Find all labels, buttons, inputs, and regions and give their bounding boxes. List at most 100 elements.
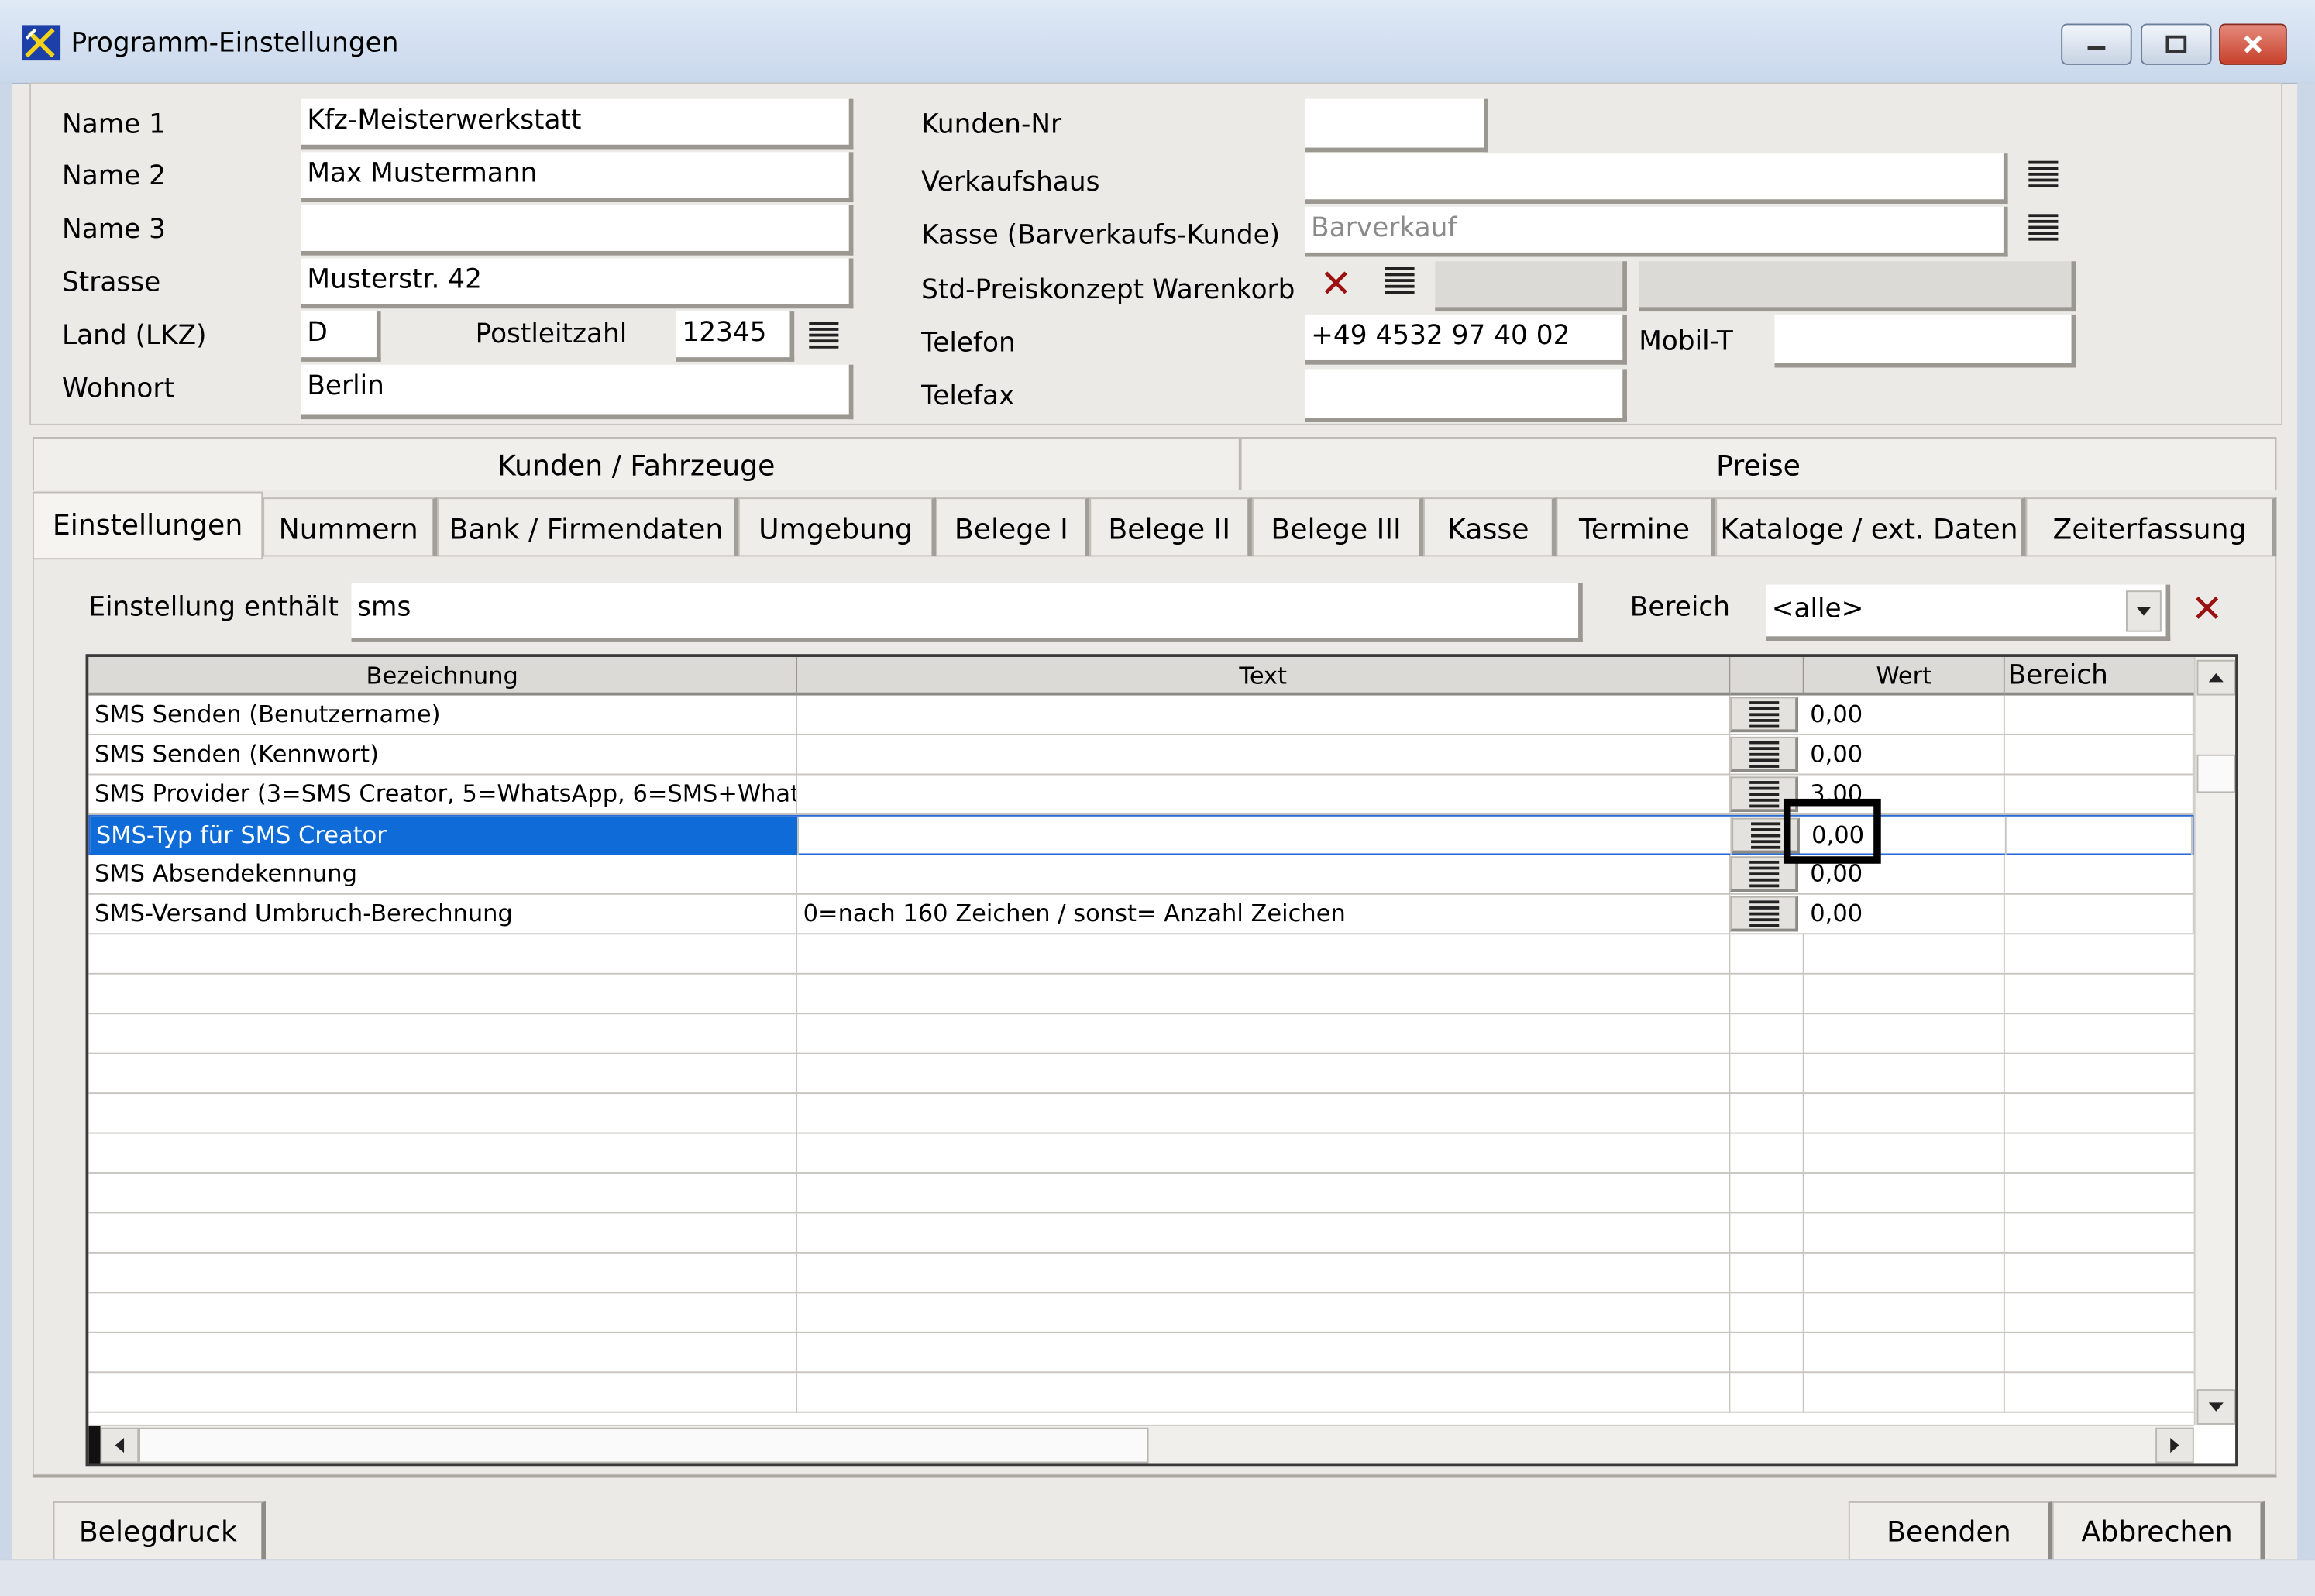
column-separator	[796, 1133, 798, 1174]
row-list-button[interactable]	[1730, 736, 1799, 772]
scroll-left-button[interactable]	[100, 1427, 139, 1464]
column-separator	[2003, 1054, 2005, 1095]
column-separator	[2003, 1373, 2005, 1413]
name2-field[interactable]: Max Mustermann	[301, 152, 854, 203]
horizontal-scrollbar[interactable]	[88, 1424, 2194, 1464]
scroll-thumb-horizontal[interactable]	[139, 1427, 1149, 1464]
column-separator	[1729, 1253, 1731, 1294]
cell-bereich[interactable]	[2005, 855, 2194, 893]
table-row[interactable]: SMS Senden (Benutzername) 0,00	[88, 695, 2194, 735]
beenden-button[interactable]: Beenden	[1848, 1501, 2052, 1564]
mobil-field[interactable]	[1774, 314, 2076, 368]
arrow-left-icon	[115, 1438, 125, 1453]
verkaufshaus-list-icon[interactable]	[2028, 160, 2059, 188]
vertical-scrollbar[interactable]	[2193, 656, 2236, 1425]
settings-grid: Bezeichnung Text Wert Bereich SMS Senden…	[85, 654, 2238, 1467]
verkaufshaus-field[interactable]	[1305, 153, 2008, 204]
abbrechen-button[interactable]: Abbrechen	[2052, 1501, 2265, 1564]
column-separator	[1802, 1014, 1804, 1054]
clear-filter-icon[interactable]: ✕	[2191, 590, 2224, 629]
close-button[interactable]	[2219, 23, 2287, 65]
kasse-field[interactable]: Barverkauf	[1305, 206, 2008, 257]
tab-belege-3[interactable]: Belege III	[1251, 497, 1423, 557]
cell-text[interactable]	[797, 855, 1731, 893]
column-header-bezeichnung[interactable]: Bezeichnung	[88, 656, 798, 696]
land-label: Land (LKZ)	[62, 320, 207, 352]
column-separator	[796, 1094, 798, 1134]
cell-bezeichnung[interactable]: SMS Provider (3=SMS Creator, 5=WhatsApp,…	[88, 775, 798, 813]
telefon-field[interactable]: +49 4532 97 40 02	[1305, 314, 1627, 365]
empty-row	[88, 1014, 2194, 1054]
cell-bereich[interactable]	[2005, 695, 2194, 734]
tab-belege-1[interactable]: Belege I	[936, 497, 1090, 557]
cell-text[interactable]: 0=nach 160 Zeichen / sonst= Anzahl Zeich…	[797, 894, 1731, 934]
tab-kasse[interactable]: Kasse	[1422, 497, 1557, 557]
preiskonzept-list-icon[interactable]	[1385, 267, 1415, 294]
tab-belege-2[interactable]: Belege II	[1089, 497, 1252, 557]
telefax-field[interactable]	[1305, 369, 1627, 423]
belegdruck-button[interactable]: Belegdruck	[53, 1501, 267, 1564]
column-separator	[1729, 1293, 1731, 1333]
cell-text[interactable]	[797, 734, 1731, 774]
plz-list-icon[interactable]	[809, 322, 839, 349]
wohnort-field[interactable]: Berlin	[301, 364, 854, 420]
table-row[interactable]: SMS-Versand Umbruch-Berechnung 0=nach 16…	[88, 894, 2194, 935]
kunden-nr-field[interactable]	[1305, 98, 1488, 153]
tab-einstellungen[interactable]: Einstellungen	[32, 491, 263, 560]
plz-field[interactable]: 12345	[676, 311, 795, 362]
tab-nummern[interactable]: Nummern	[263, 497, 438, 557]
column-header-text[interactable]: Text	[797, 656, 1731, 696]
cell-wert[interactable]: 0,00	[1804, 734, 2005, 774]
telefax-label: Telefax	[921, 380, 1015, 412]
cell-text[interactable]	[797, 695, 1731, 734]
scroll-thumb[interactable]	[2196, 754, 2236, 793]
list-icon	[1749, 780, 1779, 807]
column-separator	[796, 974, 798, 1015]
cell-bezeichnung[interactable]: SMS-Typ für SMS Creator	[90, 816, 799, 855]
tab-umgebung[interactable]: Umgebung	[738, 497, 937, 557]
strasse-field[interactable]: Musterstr. 42	[301, 258, 854, 309]
column-separator	[2003, 1253, 2005, 1294]
cell-bezeichnung[interactable]: SMS Absendekennung	[88, 855, 798, 893]
tab-bank-firmendaten[interactable]: Bank / Firmendaten	[437, 497, 738, 557]
land-field[interactable]: D	[301, 311, 381, 362]
preiskonzept-label: Std-Preiskonzept Warenkorb	[921, 274, 1295, 306]
table-row[interactable]: SMS Senden (Kennwort) 0,00	[88, 734, 2194, 776]
bereich-label: Bereich	[1629, 592, 1731, 624]
scroll-up-button[interactable]	[2196, 659, 2236, 696]
cell-wert[interactable]: 0,00	[1804, 695, 2005, 734]
bereich-select[interactable]: <alle>	[1766, 584, 2171, 641]
tab-termine[interactable]: Termine	[1556, 497, 1716, 557]
filter-input[interactable]: sms	[351, 583, 1583, 642]
column-header-bereich[interactable]: Bereich	[2004, 656, 2197, 696]
row-list-button[interactable]	[1730, 697, 1799, 733]
cell-bereich[interactable]	[2005, 894, 2194, 934]
tab-kataloge[interactable]: Kataloge / ext. Daten	[1715, 497, 2026, 557]
clear-preiskonzept-icon[interactable]: ✕	[1320, 266, 1353, 304]
cell-bezeichnung[interactable]: SMS Senden (Kennwort)	[88, 734, 798, 774]
column-header-wert[interactable]: Wert	[1804, 656, 2005, 696]
column-separator	[2003, 974, 2005, 1015]
cell-bereich[interactable]	[2005, 734, 2194, 774]
tab-kunden-fahrzeuge[interactable]: Kunden / Fahrzeuge	[32, 437, 1240, 490]
cell-bezeichnung[interactable]: SMS-Versand Umbruch-Berechnung	[88, 894, 798, 934]
maximize-button[interactable]	[2141, 23, 2212, 65]
cell-text[interactable]	[799, 816, 1732, 855]
cell-wert[interactable]: 0,00	[1804, 894, 2005, 934]
scroll-right-button[interactable]	[2155, 1427, 2194, 1464]
minimize-button[interactable]	[2061, 23, 2132, 65]
scroll-down-button[interactable]	[2196, 1389, 2236, 1425]
cell-bezeichnung[interactable]: SMS Senden (Benutzername)	[88, 695, 798, 734]
name1-field[interactable]: Kfz-Meisterwerkstatt	[301, 98, 854, 150]
app-icon	[21, 23, 62, 62]
kasse-list-icon[interactable]	[2028, 214, 2059, 241]
tab-zeiterfassung[interactable]: Zeiterfassung	[2025, 497, 2277, 557]
row-list-button[interactable]	[1730, 896, 1799, 932]
cell-bereich[interactable]	[2005, 775, 2194, 813]
cell-bereich[interactable]	[2007, 816, 2193, 855]
bereich-dropdown-button[interactable]	[2126, 590, 2162, 632]
name3-field[interactable]	[301, 205, 854, 256]
cell-text[interactable]	[797, 775, 1731, 813]
tab-preise[interactable]: Preise	[1240, 437, 2277, 490]
column-header-button[interactable]	[1730, 656, 1804, 696]
